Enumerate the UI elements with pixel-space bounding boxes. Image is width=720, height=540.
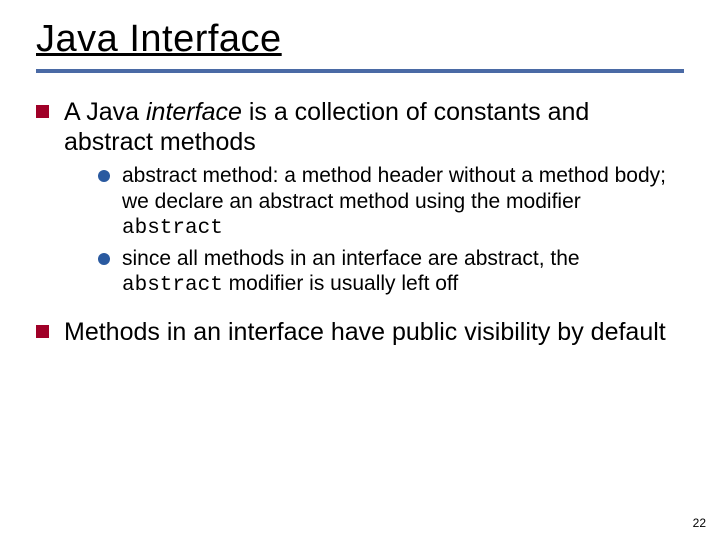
sub-2-pre: since all methods in an interface are ab… [122,247,580,270]
sub-bullet-2: since all methods in an interface are ab… [98,246,684,299]
sub-list-1: abstract method: a method header without… [64,163,684,299]
sub-1-text: abstract method: a method header without… [122,164,666,213]
bullet-1-pre: A Java [64,98,146,126]
sub-2-code: abstract [122,274,223,297]
slide: Java Interface A Java interface is a col… [0,0,720,540]
bullet-1: A Java interface is a collection of cons… [36,97,684,299]
sub-2-post: modifier is usually left off [223,272,458,295]
sub-bullet-1: abstract method: a method header without… [98,163,684,242]
bullet-2: Methods in an interface have public visi… [36,317,684,347]
slide-title: Java Interface [36,18,684,61]
title-rule [36,69,684,73]
page-number: 22 [693,516,706,530]
sub-1-code: abstract [122,217,223,240]
bullet-1-italic: interface [146,98,242,126]
bullet-list: A Java interface is a collection of cons… [36,97,684,347]
